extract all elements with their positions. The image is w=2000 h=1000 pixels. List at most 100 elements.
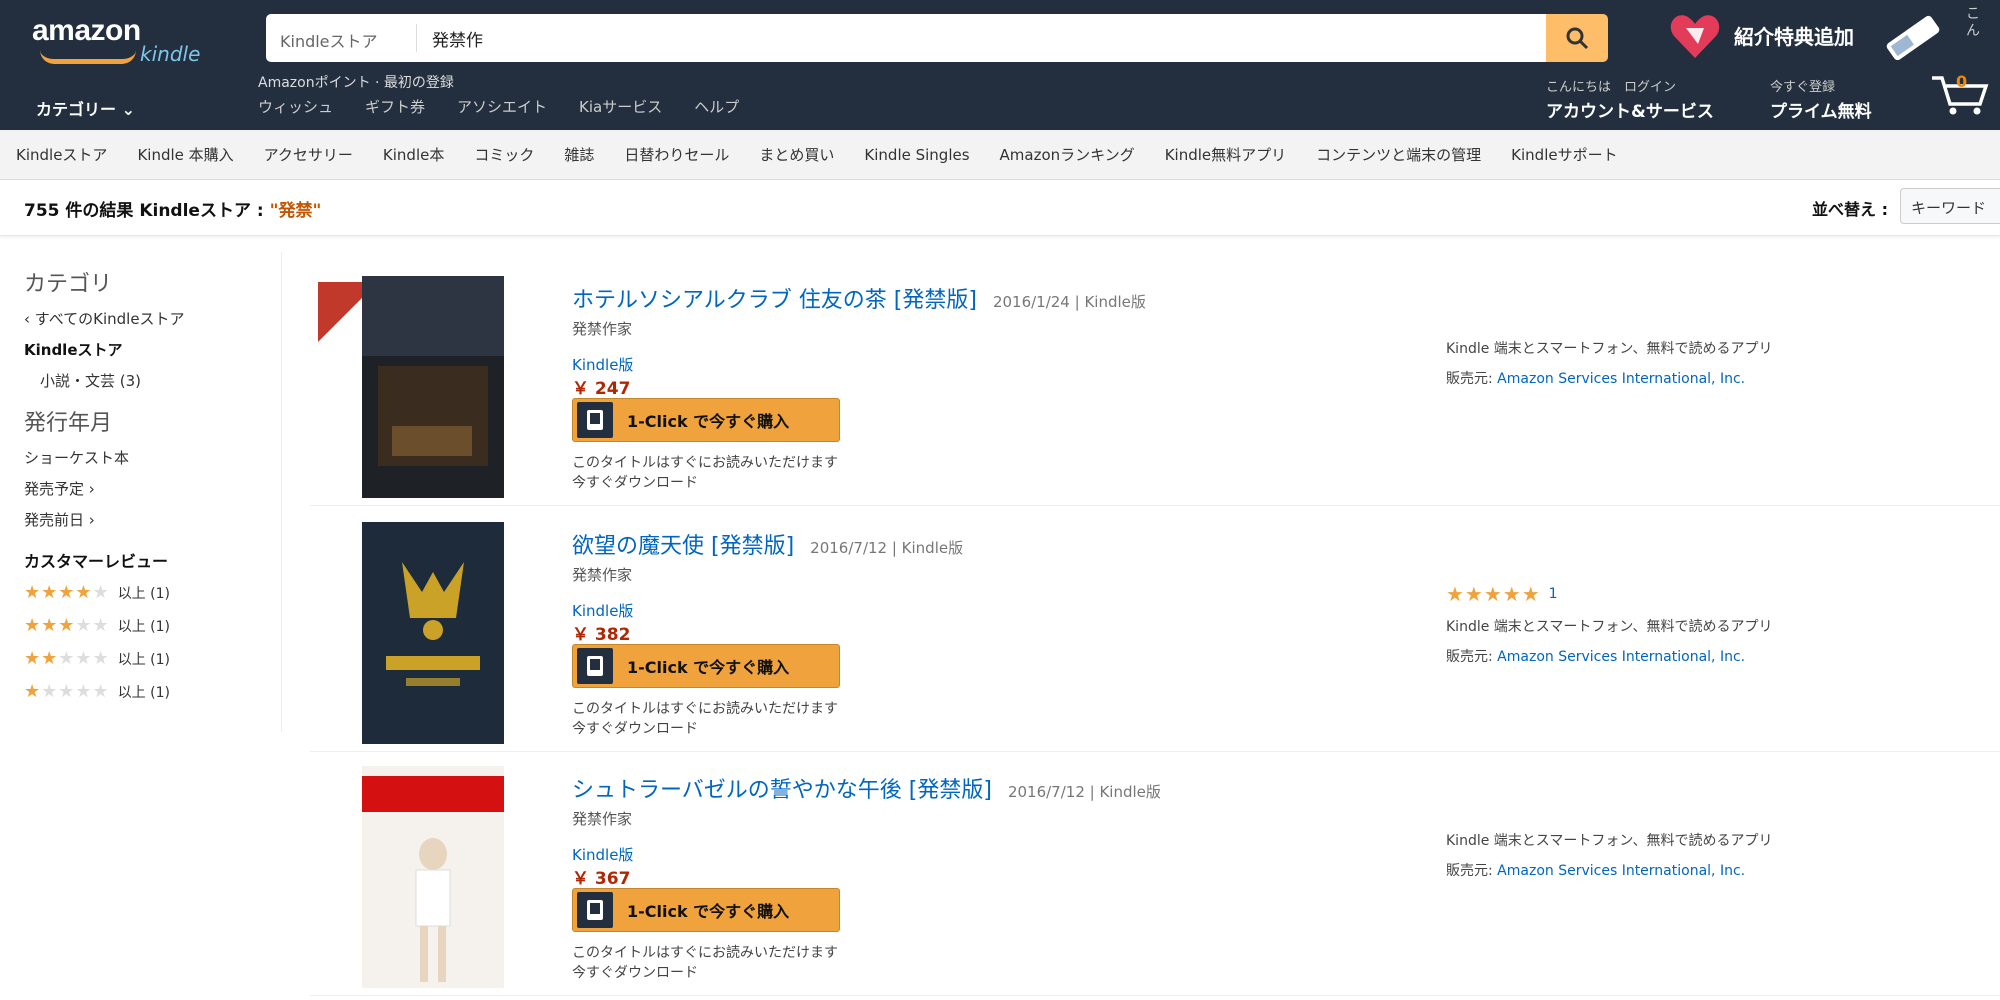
result-price: ￥ 367 (572, 869, 631, 889)
result-side-info: Kindle 端末とスマートフォン、無料で読めるアプリ 販売元: Amazon … (1446, 338, 1773, 398)
cart-button[interactable]: 0 (1930, 72, 1990, 120)
star-rating-icon: ★★★★★ (24, 615, 110, 636)
search-divider (416, 24, 417, 52)
result-side-info: ★★★★★ 1 Kindle 端末とスマートフォン、無料で読めるアプリ 販売元:… (1446, 582, 1773, 676)
storenav-item[interactable]: Kindle Singles (864, 146, 969, 164)
result-author[interactable]: 発禁作家 (572, 808, 632, 829)
subnav-item[interactable]: ヘルプ (694, 96, 739, 117)
subnav-item[interactable]: Kiaサービス (579, 96, 662, 117)
storenav-item[interactable]: Amazonランキング (1000, 144, 1135, 165)
category-current: Kindleストア (24, 341, 123, 359)
storenav-item[interactable]: Kindle本 (383, 144, 444, 165)
account-menu[interactable]: こんにちは ログイン アカウント&サービス (1546, 76, 1714, 122)
buy-button-label: 1-Click で今すぐ購入 (627, 902, 790, 921)
result-side-info: Kindle 端末とスマートフォン、無料で読めるアプリ 販売元: Amazon … (1446, 830, 1773, 890)
result-bar: 755 件の結果 Kindleストア : "発禁" 並べ替え : キーワード (0, 180, 2000, 236)
result-count-label: 755 件の結果 Kindleストア : (24, 201, 270, 221)
storenav-item[interactable]: コミック (474, 144, 534, 165)
result-author[interactable]: 発禁作家 (572, 318, 632, 339)
subnav-item[interactable]: ウィッシュ (258, 96, 333, 117)
review-heading: カスタマーレビュー (24, 552, 169, 571)
category-all-link[interactable]: ‹ すべてのKindleストア (24, 308, 281, 329)
storenav-item[interactable]: 雑誌 (564, 144, 594, 165)
result-rating[interactable]: ★★★★★ 1 (1446, 582, 1773, 606)
result-format-link[interactable]: Kindle版 (572, 600, 633, 621)
storenav-item[interactable]: Kindleストア (16, 144, 107, 165)
seller-prefix: 販売元: (1446, 863, 1493, 879)
amazon-logo[interactable]: amazon kindle (32, 14, 212, 66)
promo-strip[interactable]: Amazonポイント · 最初の登録 (258, 72, 454, 92)
result-format-link[interactable]: Kindle版 (572, 354, 633, 375)
kindle-icon (577, 648, 613, 684)
corner-note-line: ん (1966, 23, 1980, 39)
result-price: ￥ 382 (572, 625, 631, 645)
result-format-link[interactable]: Kindle版 (572, 844, 633, 865)
review-filter-1[interactable]: ★★★★★ 以上 (1) (24, 681, 281, 702)
storenav-item[interactable]: Kindleサポート (1511, 144, 1617, 165)
date-filter-link[interactable]: 発売予定 › (24, 478, 281, 499)
result-note: このタイトルはすぐにお読みいただけます (572, 455, 838, 471)
one-click-buy-button[interactable]: 1-Click で今すぐ購入 (572, 644, 840, 688)
search-scope-select[interactable]: Kindleストア (280, 28, 378, 52)
promo-badge[interactable]: 紹介特典追加 (1668, 8, 1854, 62)
subnav-item[interactable]: ギフト券 (365, 96, 425, 117)
sort-select[interactable]: キーワード (1900, 188, 2000, 224)
result-title-link[interactable]: シュトラーバゼルの誓やかな午後 [発禁版] 2016/7/12 | Kindle版 (572, 772, 1161, 804)
buy-button-label: 1-Click で今すぐ購入 (627, 412, 790, 431)
top-header: amazon kindle カテゴリー ⌄ Kindleストア Amazonポイ… (0, 0, 2000, 130)
result-author[interactable]: 発禁作家 (572, 564, 632, 585)
result-note: 今すぐダウンロード (572, 721, 698, 737)
heart-badge-icon (1670, 15, 1720, 58)
one-click-buy-button[interactable]: 1-Click で今すぐ購入 (572, 398, 840, 442)
seller-link[interactable]: Amazon Services International, Inc. (1497, 863, 1745, 879)
seller-link[interactable]: Amazon Services International, Inc. (1497, 649, 1745, 665)
buy-button-label: 1-Click で今すぐ購入 (627, 658, 790, 677)
result-title-link[interactable]: 欲望の魔天使 [発禁版] 2016/7/12 | Kindle版 (572, 528, 963, 560)
pencil-icon[interactable] (1880, 4, 1952, 64)
result-price: ￥ 247 (572, 379, 631, 399)
storenav-item[interactable]: Kindle無料アプリ (1165, 144, 1286, 165)
rating-count[interactable]: 1 (1549, 586, 1558, 602)
date-filter-link[interactable]: 発売前日 › (24, 509, 281, 530)
result-item: ホテルソシアルクラブ 住友の茶 [発禁版] 2016/1/24 | Kindle版… (310, 266, 2000, 506)
corner-note: こ ん (1966, 6, 1980, 40)
seller-prefix: 販売元: (1446, 371, 1493, 387)
cart-count: 0 (1956, 72, 1968, 91)
review-filter-label: 以上 (1) (117, 585, 170, 602)
review-filter-3[interactable]: ★★★★★ 以上 (1) (24, 615, 281, 636)
promo-badge-text: 紹介特典追加 (1734, 24, 1854, 49)
category-sub-link[interactable]: 小説・文芸 (3) (40, 370, 281, 391)
prime-menu[interactable]: 今すぐ登録 プライム無料 (1770, 76, 1872, 122)
storenav-item[interactable]: Kindle 本購入 (137, 144, 233, 165)
star-rating-icon: ★★★★★ (24, 648, 110, 669)
seller-prefix: 販売元: (1446, 649, 1493, 665)
book-cover[interactable] (362, 766, 504, 988)
category-menu-button[interactable]: カテゴリー ⌄ (36, 96, 135, 120)
one-click-buy-button[interactable]: 1-Click で今すぐ購入 (572, 888, 840, 932)
result-meta: 2016/1/24 | Kindle版 (992, 293, 1146, 311)
storenav-item[interactable]: アクセサリー (264, 144, 353, 165)
result-note: このタイトルはすぐにお読みいただけます (572, 701, 838, 717)
date-filter-link[interactable]: ショーケスト本 (24, 447, 281, 468)
storenav-item[interactable]: 日替わりセール (624, 144, 729, 165)
seller-link[interactable]: Amazon Services International, Inc. (1497, 371, 1745, 387)
review-filter-2[interactable]: ★★★★★ 以上 (1) (24, 648, 281, 669)
logo-smile-icon (40, 50, 136, 64)
storenav-item[interactable]: まとめ買い (759, 144, 834, 165)
search-bar: Kindleストア (266, 14, 1792, 62)
review-filter-4[interactable]: ★★★★★ 以上 (1) (24, 582, 281, 603)
logo-subtext: kindle (140, 42, 201, 66)
pencil-icon-svg (1886, 15, 1940, 61)
review-filter-label: 以上 (1) (117, 618, 170, 635)
kindle-icon (577, 892, 613, 928)
storenav-item[interactable]: コンテンツと端末の管理 (1316, 144, 1481, 165)
account-label: アカウント&サービス (1546, 102, 1714, 122)
account-greeting: こんにちは ログイン (1546, 80, 1677, 95)
book-cover[interactable] (362, 522, 504, 744)
result-device-note: Kindle 端末とスマートフォン、無料で読めるアプリ (1446, 619, 1773, 635)
logo-text: amazon (32, 14, 141, 47)
result-title-link[interactable]: ホテルソシアルクラブ 住友の茶 [発禁版] 2016/1/24 | Kindle版 (572, 282, 1146, 314)
subnav-item[interactable]: アソシエイト (457, 96, 547, 117)
book-cover[interactable] (362, 276, 504, 498)
search-button[interactable] (1546, 14, 1608, 62)
